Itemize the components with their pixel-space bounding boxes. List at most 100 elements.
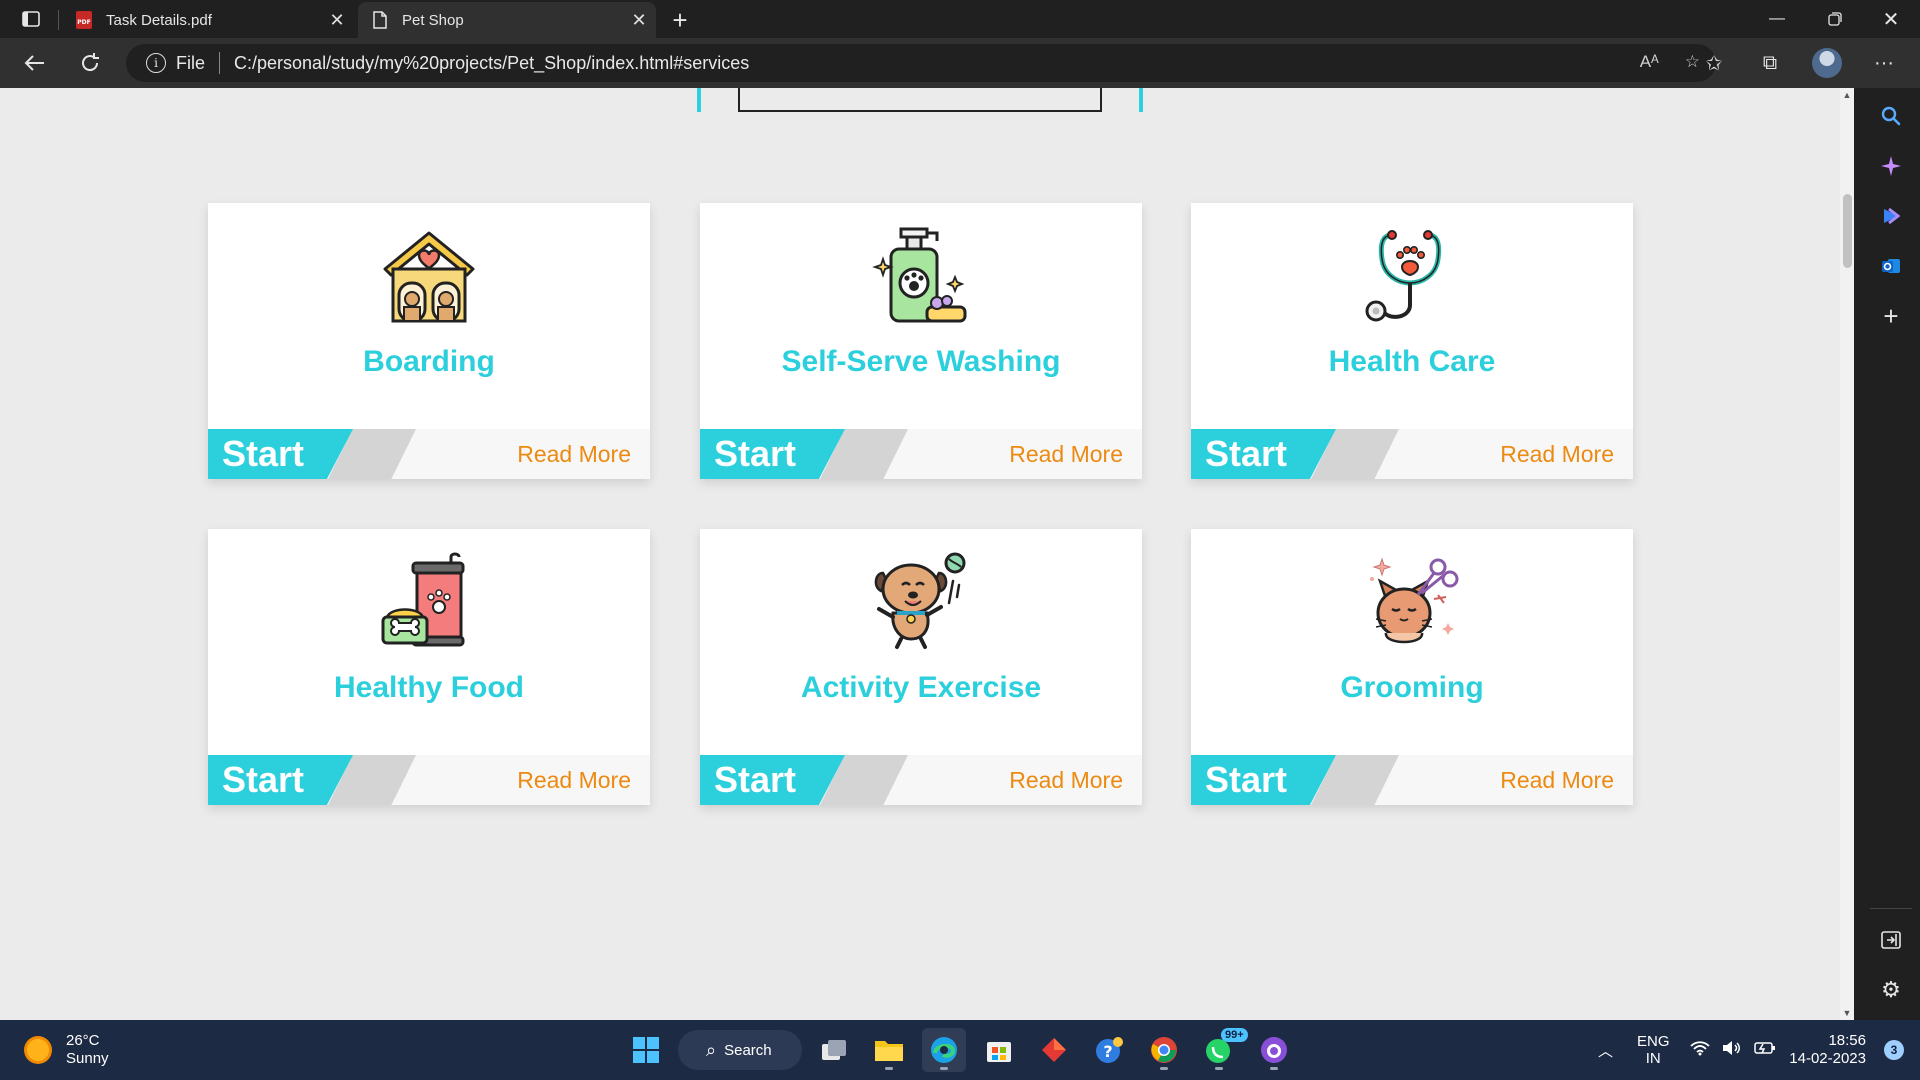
- help-icon[interactable]: ?: [1087, 1028, 1131, 1072]
- sun-icon: [24, 1036, 52, 1064]
- omnibox-divider: [219, 52, 221, 74]
- service-card-activity-exercise: Activity Exercise Start Read More: [700, 529, 1142, 805]
- github-desktop-icon[interactable]: [1252, 1028, 1296, 1072]
- close-tab-icon[interactable]: ✕: [622, 10, 656, 31]
- windows-taskbar: 26°C Sunny ⌕ Search ? 99+ ︿ ENG IN 18:56…: [0, 1020, 1920, 1080]
- running-indicator: [1160, 1067, 1168, 1070]
- notification-badge[interactable]: 3: [1884, 1040, 1904, 1060]
- scroll-down-icon[interactable]: ▼: [1842, 1008, 1852, 1018]
- edge-browser-icon[interactable]: [922, 1028, 966, 1072]
- search-icon: ⌕: [706, 1039, 717, 1060]
- battery-icon[interactable]: [1754, 1040, 1776, 1060]
- service-card-boarding: Boarding Start Read More: [208, 203, 650, 479]
- whatsapp-icon[interactable]: 99+: [1197, 1028, 1248, 1072]
- avatar[interactable]: [1812, 48, 1842, 78]
- volume-icon[interactable]: [1722, 1040, 1742, 1061]
- hide-sidebar-icon[interactable]: [1871, 920, 1911, 960]
- address-bar[interactable]: i File C:/personal/study/my%20projects/P…: [126, 44, 1716, 82]
- info-icon[interactable]: i: [146, 53, 166, 73]
- weather-widget[interactable]: 26°C Sunny: [24, 1032, 109, 1068]
- microsoft-store-icon[interactable]: [977, 1028, 1021, 1072]
- language-indicator[interactable]: ENG IN: [1637, 1020, 1670, 1080]
- start-button[interactable]: Start: [1191, 755, 1336, 805]
- read-more-link[interactable]: Read More: [1500, 429, 1614, 479]
- scrollbar-thumb[interactable]: [1843, 194, 1852, 268]
- vertical-scrollbar[interactable]: ▲ ▼: [1840, 88, 1854, 1020]
- dog-house-icon: [383, 231, 475, 323]
- favorites-icon[interactable]: ✩: [1696, 46, 1732, 80]
- start-button[interactable]: Start: [700, 755, 845, 805]
- wifi-icon[interactable]: [1690, 1040, 1710, 1061]
- pet-food-icon: [381, 552, 465, 647]
- read-more-link[interactable]: Read More: [1500, 755, 1614, 805]
- pdf-icon: PDF: [74, 10, 94, 30]
- outlook-icon[interactable]: [1871, 246, 1911, 286]
- running-indicator: [885, 1067, 893, 1070]
- close-window-icon[interactable]: ✕: [1862, 0, 1920, 38]
- chrome-icon[interactable]: [1142, 1028, 1186, 1072]
- read-more-link[interactable]: Read More: [1009, 429, 1123, 479]
- read-more-link[interactable]: Read More: [1009, 755, 1123, 805]
- start-button[interactable]: Start: [208, 429, 353, 479]
- card-footer: Start Read More: [208, 755, 650, 805]
- service-title: Health Care: [1328, 345, 1496, 378]
- read-more-link[interactable]: Read More: [517, 429, 631, 479]
- sparkle-icon[interactable]: [1871, 146, 1911, 186]
- close-tab-icon[interactable]: ✕: [320, 10, 354, 31]
- taskbar-search[interactable]: ⌕ Search: [678, 1030, 802, 1070]
- svg-text:?: ?: [1103, 1042, 1112, 1061]
- red-app-icon[interactable]: [1032, 1028, 1076, 1072]
- svg-text:PDF: PDF: [77, 19, 90, 26]
- card-footer: Start Read More: [700, 755, 1142, 805]
- browser-toolbar: i File C:/personal/study/my%20projects/P…: [0, 38, 1920, 88]
- url-text[interactable]: C:/personal/study/my%20projects/Pet_Shop…: [234, 53, 749, 74]
- new-tab-icon[interactable]: +: [664, 4, 696, 36]
- lang-line2: IN: [1645, 1050, 1661, 1067]
- read-more-link[interactable]: Read More: [517, 755, 631, 805]
- weather-temp: 26°C: [66, 1032, 100, 1049]
- refresh-icon[interactable]: [72, 46, 108, 80]
- lang-line1: ENG: [1637, 1033, 1670, 1050]
- running-indicator: [1270, 1067, 1278, 1070]
- system-clock[interactable]: 18:56 14-02-2023: [1789, 1032, 1866, 1068]
- scheme-label: File: [176, 52, 206, 73]
- clock-date: 14-02-2023: [1789, 1050, 1866, 1067]
- file-explorer-icon[interactable]: [867, 1028, 911, 1072]
- tab-separator: [58, 10, 59, 30]
- start-button[interactable]: Start: [208, 755, 353, 805]
- start-button[interactable]: Start: [1191, 429, 1336, 479]
- back-icon[interactable]: [16, 46, 52, 80]
- tab-task-details[interactable]: PDF Task Details.pdf ✕: [62, 2, 354, 38]
- search-icon[interactable]: [1871, 96, 1911, 136]
- minimize-icon[interactable]: —: [1748, 0, 1806, 38]
- service-title: Activity Exercise: [800, 671, 1042, 704]
- collections-icon[interactable]: ⧉: [1752, 46, 1788, 80]
- start-icon[interactable]: [624, 1028, 668, 1072]
- tab-pet-shop[interactable]: Pet Shop ✕: [358, 2, 656, 38]
- scroll-up-icon[interactable]: ▲: [1842, 90, 1852, 100]
- tab-label: Pet Shop: [402, 11, 464, 29]
- show-hidden-icons[interactable]: ︿: [1598, 1020, 1613, 1080]
- settings-gear-icon[interactable]: ⚙: [1871, 970, 1911, 1010]
- more-menu-icon[interactable]: ···: [1866, 46, 1902, 80]
- service-card-healthy-food: Healthy Food Start Read More: [208, 529, 650, 805]
- read-aloud-icon[interactable]: A͏ᴬ: [1640, 52, 1659, 72]
- stethoscope-icon: [1365, 230, 1442, 322]
- title-bar: PDF Task Details.pdf ✕ Pet Shop ✕ + — ✕: [0, 0, 1920, 38]
- edge-sidebar: + ⚙: [1862, 88, 1920, 1020]
- start-button[interactable]: Start: [700, 429, 845, 479]
- grooming-cat-icon: [1370, 557, 1459, 644]
- task-view-icon[interactable]: [812, 1028, 856, 1072]
- page-icon: [370, 10, 390, 30]
- service-card-grooming: Grooming Start Read More: [1191, 529, 1633, 805]
- system-tray-icons[interactable]: [1690, 1020, 1776, 1080]
- copilot-icon[interactable]: [1871, 196, 1911, 236]
- running-indicator: [940, 1067, 948, 1070]
- whatsapp-badge: 99+: [1221, 1028, 1248, 1042]
- service-card-health-care: Health Care Start Read More: [1191, 203, 1633, 479]
- running-indicator: [1215, 1067, 1223, 1070]
- search-label: Search: [724, 1041, 772, 1059]
- tab-actions-icon[interactable]: [18, 8, 44, 30]
- add-sidebar-app-icon[interactable]: +: [1871, 296, 1911, 336]
- restore-icon[interactable]: [1806, 0, 1864, 38]
